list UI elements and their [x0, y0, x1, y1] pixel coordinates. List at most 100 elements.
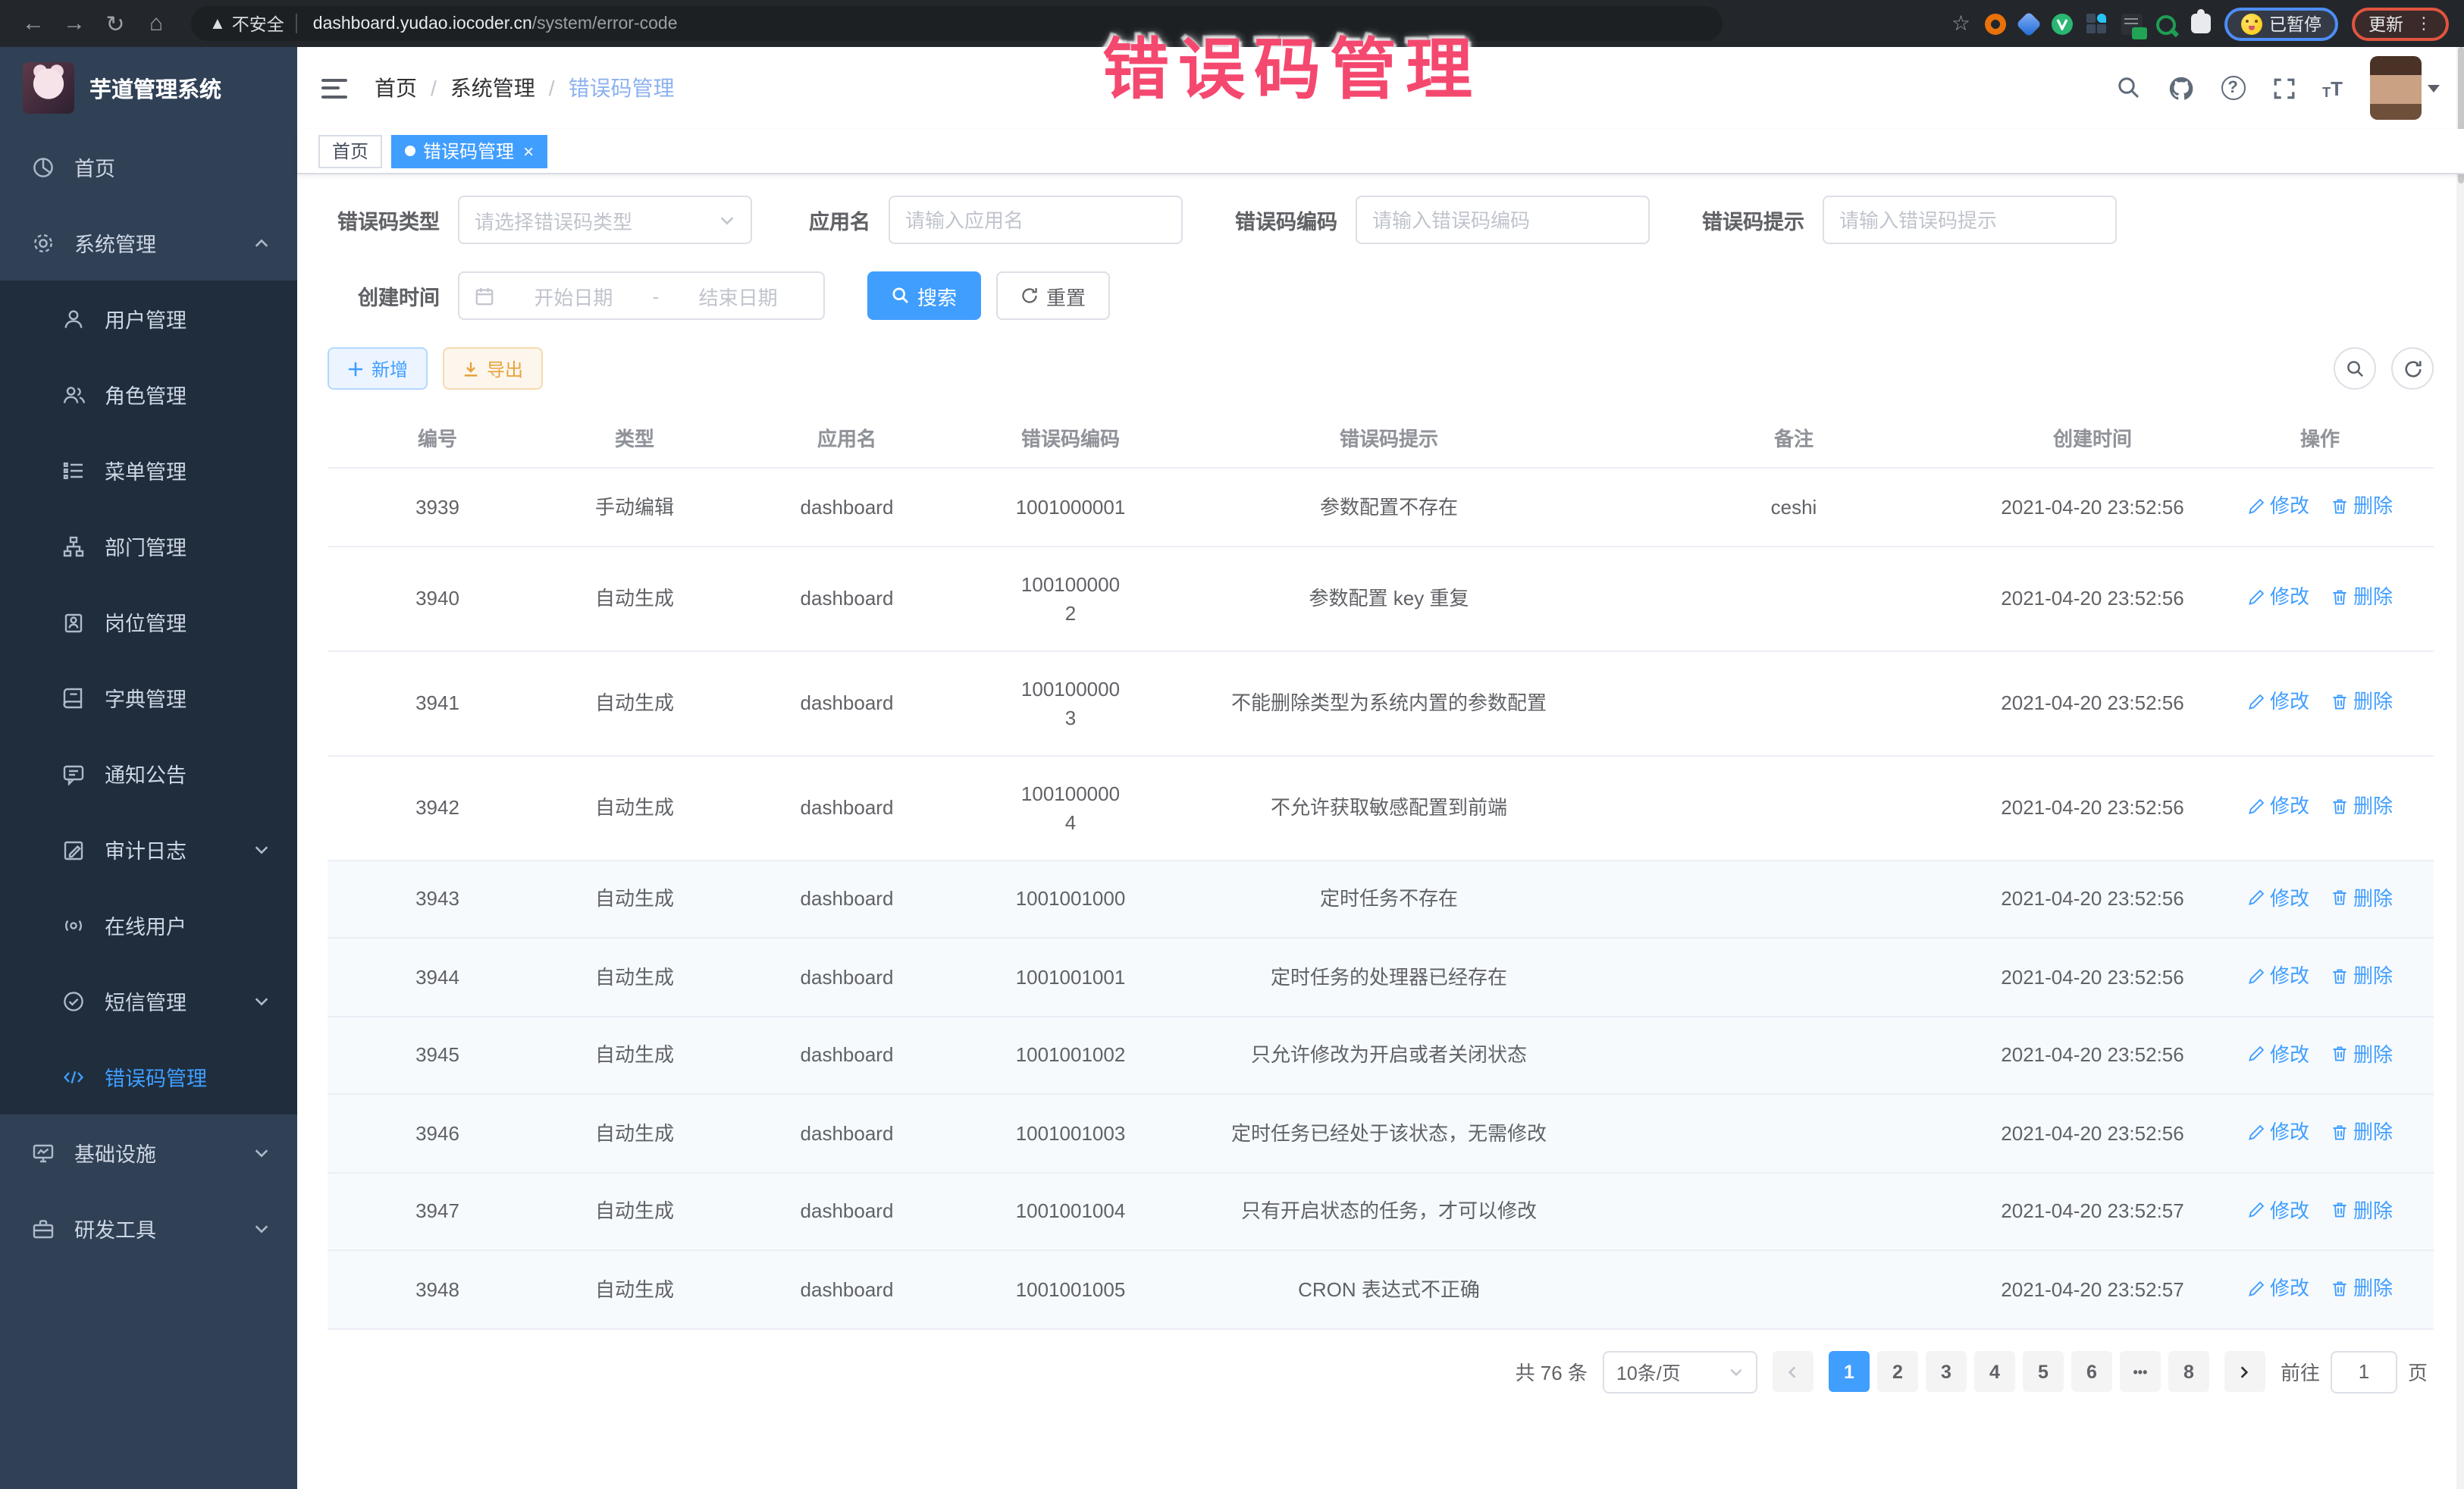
page-button-5[interactable]: 5	[2023, 1351, 2064, 1392]
cell: 自动生成	[547, 860, 722, 938]
extension-icon-on-badge[interactable]	[2121, 13, 2142, 34]
app-logo-row[interactable]: 芋道管理系统	[0, 47, 297, 129]
edit-link[interactable]: 修改	[2247, 491, 2309, 520]
cell: 定时任务的处理器已经存在	[1169, 938, 1609, 1016]
hamburger-icon[interactable]	[321, 78, 347, 98]
trash-icon	[2331, 588, 2349, 607]
extension-icon-key[interactable]	[2155, 13, 2177, 34]
extension-icon-green[interactable]	[2051, 13, 2072, 34]
address-bar[interactable]: ▲ 不安全 dashboard.yudao.iocoder.cn/system/…	[191, 6, 1723, 41]
fullscreen-icon[interactable]	[2272, 77, 2295, 99]
app-name-input[interactable]	[905, 208, 1166, 231]
sidebar-item-dept-management[interactable]: 部门管理	[0, 508, 297, 584]
tag-item[interactable]: 首页	[318, 134, 382, 168]
error-hint-input[interactable]	[1839, 208, 2100, 231]
back-icon[interactable]: ←	[15, 5, 52, 42]
reset-button[interactable]: 重置	[996, 271, 1110, 320]
error-code-table: 编号类型应用名错误码编码错误码提示备注创建时间操作 3939手动编辑dashbo…	[328, 408, 2434, 1329]
help-icon[interactable]: ?	[2221, 76, 2245, 100]
edit-link[interactable]: 修改	[2247, 792, 2309, 821]
edit-link[interactable]: 修改	[2247, 1196, 2309, 1224]
delete-link[interactable]: 删除	[2331, 491, 2393, 520]
page-button-8[interactable]: 8	[2168, 1351, 2209, 1392]
extensions-puzzle-icon[interactable]	[2190, 14, 2210, 33]
export-button[interactable]: 导出	[443, 347, 543, 390]
edit-link[interactable]: 修改	[2247, 1039, 2309, 1068]
page-button-4[interactable]: 4	[1974, 1351, 2015, 1392]
home-icon[interactable]: ⌂	[138, 5, 174, 42]
edit-link[interactable]: 修改	[2247, 1274, 2309, 1302]
extension-icon-orange[interactable]	[1984, 13, 2005, 34]
search-icon[interactable]	[2116, 76, 2140, 100]
edit-link[interactable]: 修改	[2247, 883, 2309, 912]
trash-icon	[2331, 497, 2349, 515]
sidebar-item-role-management[interactable]: 角色管理	[0, 356, 297, 432]
delete-link[interactable]: 删除	[2331, 688, 2393, 716]
reload-icon[interactable]: ↻	[97, 5, 133, 42]
github-icon[interactable]	[2168, 75, 2193, 101]
page-button-6[interactable]: 6	[2071, 1351, 2112, 1392]
sidebar-item-dict-management[interactable]: 字典管理	[0, 660, 297, 735]
delete-link[interactable]: 删除	[2331, 583, 2393, 612]
delete-link[interactable]: 删除	[2331, 883, 2393, 912]
delete-link[interactable]: 删除	[2331, 1274, 2393, 1302]
user-menu[interactable]	[2370, 56, 2440, 120]
delete-link[interactable]: 删除	[2331, 1039, 2393, 1068]
edit-link[interactable]: 修改	[2247, 1118, 2309, 1146]
breadcrumb-system[interactable]: 系统管理	[450, 73, 535, 103]
create-time-range-picker[interactable]: 开始日期 - 结束日期	[458, 271, 825, 320]
goto-suffix: 页	[2408, 1357, 2428, 1386]
delete-link[interactable]: 删除	[2331, 1118, 2393, 1146]
cell: 2021-04-20 23:52:56	[1979, 468, 2206, 546]
next-page-button[interactable]	[2224, 1351, 2265, 1392]
tag-active[interactable]: 错误码管理×	[391, 134, 547, 168]
delete-link[interactable]: 删除	[2331, 792, 2393, 821]
scrollbar[interactable]	[2456, 47, 2464, 1489]
delete-link[interactable]: 删除	[2331, 961, 2393, 990]
profile-sync-paused-badge[interactable]: 已暂停	[2224, 7, 2338, 40]
goto-page-input[interactable]	[2331, 1350, 2397, 1393]
sidebar-item-post-management[interactable]: 岗位管理	[0, 584, 297, 660]
edit-icon	[2247, 1201, 2265, 1219]
forward-icon[interactable]: →	[56, 5, 92, 42]
sidebar-item-audit-log[interactable]: 审计日志	[0, 811, 297, 887]
sidebar-item-system-management[interactable]: 系统管理	[0, 205, 297, 281]
browser-update-button[interactable]: 更新 ⋮	[2352, 7, 2449, 40]
sidebar-item-home[interactable]: 首页	[0, 129, 297, 205]
search-button[interactable]: 搜索	[867, 271, 981, 320]
sidebar-item-dev-tools[interactable]: 研发工具	[0, 1190, 297, 1266]
kebab-menu-icon[interactable]: ⋮	[2415, 14, 2432, 33]
add-button[interactable]: 新增	[328, 347, 428, 390]
sidebar-item-notice[interactable]: 通知公告	[0, 735, 297, 811]
page-button-2[interactable]: 2	[1877, 1351, 1918, 1392]
sidebar-item-sms-management[interactable]: 短信管理	[0, 963, 297, 1039]
page-button-3[interactable]: 3	[1926, 1351, 1967, 1392]
delete-link[interactable]: 删除	[2331, 1196, 2393, 1224]
extension-icon-grid[interactable]	[2086, 13, 2107, 34]
breadcrumb-home[interactable]: 首页	[375, 73, 417, 103]
sidebar-item-online-user[interactable]: 在线用户	[0, 887, 297, 963]
more-pages-button[interactable]: •••	[2120, 1351, 2161, 1392]
refresh-button[interactable]	[2391, 347, 2434, 390]
sidebar-item-user-management[interactable]: 用户管理	[0, 281, 297, 356]
page-button-1[interactable]: 1	[1829, 1351, 1870, 1392]
user-avatar	[2370, 56, 2422, 120]
extension-icon-gem[interactable]	[2015, 11, 2041, 36]
edit-icon	[2247, 798, 2265, 816]
error-type-select[interactable]: 请选择错误码类型	[458, 196, 752, 244]
chevron-down-icon	[253, 1144, 270, 1161]
toggle-search-button[interactable]	[2334, 347, 2376, 390]
sidebar-item-error-code-management[interactable]: 错误码管理	[0, 1039, 297, 1114]
prev-page-button[interactable]	[1773, 1351, 1814, 1392]
bookmark-star-icon[interactable]: ☆	[1951, 11, 1970, 36]
error-code-input[interactable]	[1372, 208, 1633, 231]
close-icon[interactable]: ×	[523, 142, 534, 160]
page-size-select[interactable]: 10条/页	[1603, 1350, 1757, 1393]
sidebar-item-infrastructure[interactable]: 基础设施	[0, 1114, 297, 1190]
font-size-icon[interactable]: TT	[2322, 77, 2343, 99]
security-label[interactable]: 不安全	[232, 11, 284, 36]
edit-link[interactable]: 修改	[2247, 583, 2309, 612]
sidebar-item-menu-management[interactable]: 菜单管理	[0, 432, 297, 508]
edit-link[interactable]: 修改	[2247, 688, 2309, 716]
edit-link[interactable]: 修改	[2247, 961, 2309, 990]
